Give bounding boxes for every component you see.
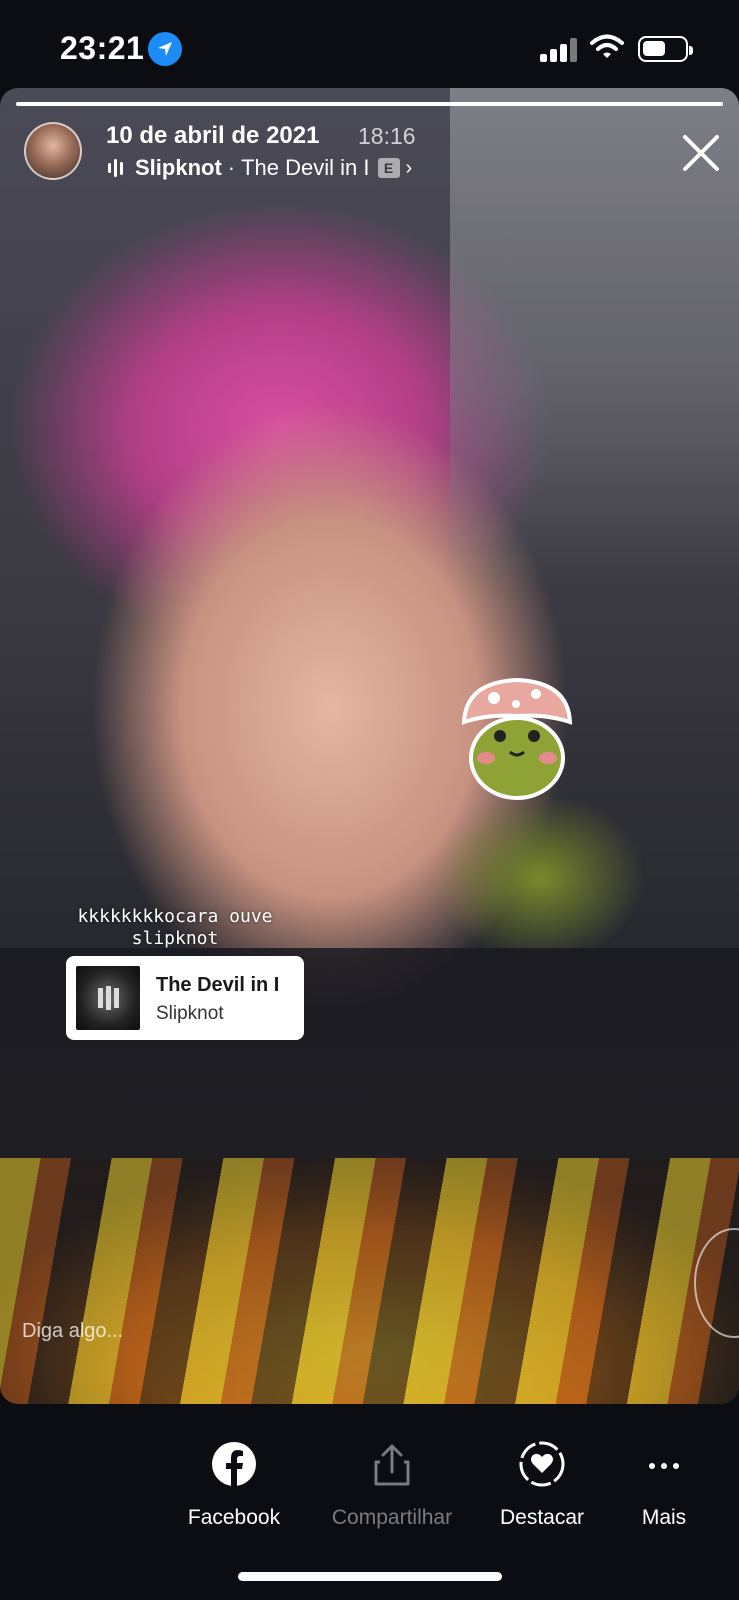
audio-bars-icon [108, 159, 123, 177]
location-arrow-icon [148, 32, 182, 66]
battery-icon [638, 36, 693, 62]
close-button[interactable] [680, 132, 722, 174]
story-music-link[interactable]: Slipknot · The Devil in I E › [108, 154, 412, 182]
album-art [76, 966, 140, 1030]
story-actions-bar: Facebook Compartilhar Destacar Mais [0, 1404, 739, 1544]
status-time: 23:21 [60, 30, 145, 66]
story-time: 18:16 [358, 123, 416, 149]
highlight-label: Destacar [499, 1506, 585, 1529]
avatar[interactable] [24, 122, 82, 180]
highlight-heart-icon [518, 1440, 566, 1488]
frog-sticker [456, 674, 578, 802]
sticker-artist: Slipknot [156, 1003, 224, 1024]
status-bar: 23:21 [0, 0, 739, 90]
more-button[interactable]: Mais [624, 1440, 704, 1530]
home-indicator[interactable] [238, 1572, 502, 1581]
facebook-label: Facebook [187, 1506, 281, 1529]
cellular-signal-icon [540, 38, 580, 62]
music-sticker[interactable]: The Devil in I Slipknot [66, 956, 304, 1040]
share-icon [368, 1440, 416, 1488]
chevron-right-icon: › [405, 156, 413, 179]
sticker-song-title: The Devil in I [156, 974, 280, 996]
highlight-button[interactable]: Destacar [494, 1440, 590, 1530]
facebook-button[interactable]: Facebook [186, 1440, 282, 1530]
share-label: Compartilhar [331, 1506, 453, 1529]
story-viewer[interactable]: 10 de abril de 2021 18:16 Slipknot · The… [0, 88, 739, 1404]
story-caption: kkkkkkkkocara ouve slipknot [77, 906, 273, 949]
wifi-icon [590, 34, 624, 65]
music-song: The Devil in I [241, 155, 370, 180]
explicit-badge: E [377, 158, 400, 178]
more-icon [640, 1440, 688, 1488]
close-icon [683, 135, 719, 171]
story-progress-bar [16, 102, 723, 106]
share-button[interactable]: Compartilhar [322, 1440, 462, 1530]
facebook-icon [210, 1440, 258, 1488]
music-artist: Slipknot [135, 155, 222, 180]
story-photo-flames [0, 1158, 739, 1404]
story-date: 10 de abril de 2021 [106, 122, 320, 149]
music-separator: · [227, 155, 236, 180]
reply-input[interactable]: Diga algo... [22, 1320, 123, 1343]
more-label: Mais [641, 1506, 687, 1529]
